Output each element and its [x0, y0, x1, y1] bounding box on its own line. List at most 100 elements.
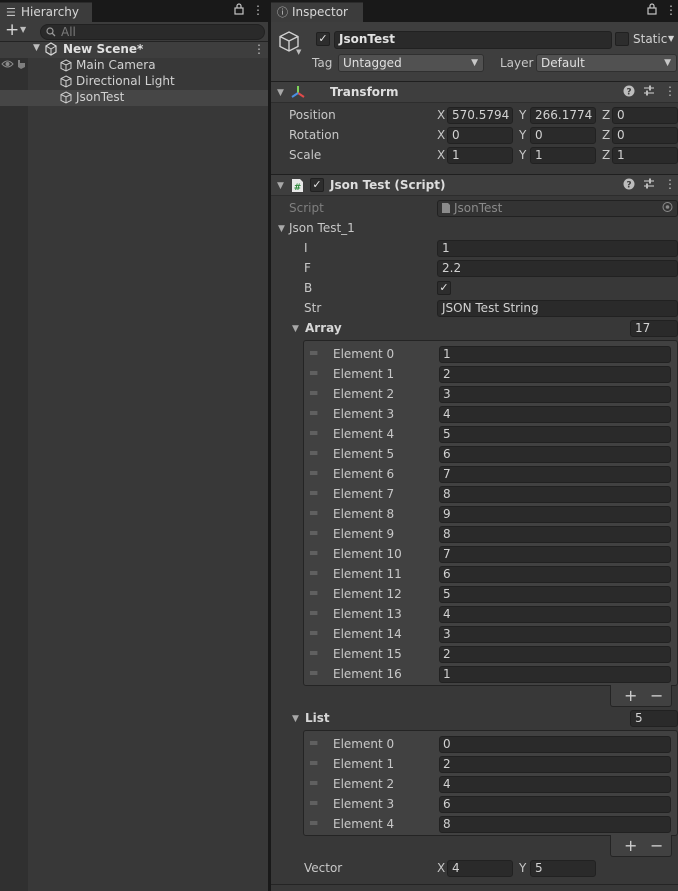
list-label[interactable]: List: [305, 711, 330, 725]
preset-sliders-icon[interactable]: [643, 177, 655, 193]
drag-handle-icon[interactable]: ═: [310, 566, 317, 580]
list-item[interactable]: ═ Element 12 5: [304, 584, 677, 604]
drag-handle-icon[interactable]: ═: [310, 406, 317, 420]
component-menu-icon[interactable]: ⋮: [664, 84, 676, 98]
drag-handle-icon[interactable]: ═: [310, 776, 317, 790]
drag-handle-icon[interactable]: ═: [310, 606, 317, 620]
create-add-icon[interactable]: +: [5, 20, 19, 40]
list-item[interactable]: ═ Element 3 4: [304, 404, 677, 424]
drag-handle-icon[interactable]: ═: [310, 426, 317, 440]
element-value-field[interactable]: 5: [439, 426, 671, 443]
hierarchy-item-selected[interactable]: JsonTest: [0, 90, 268, 106]
i-field[interactable]: 1: [437, 240, 678, 257]
inspector-lock-icon[interactable]: [647, 3, 657, 18]
add-element-button[interactable]: +: [624, 836, 637, 855]
inspector-tab[interactable]: ⓘ Inspector: [271, 2, 363, 22]
axis-y-label[interactable]: Y: [519, 148, 526, 162]
drag-handle-icon[interactable]: ═: [310, 756, 317, 770]
drag-handle-icon[interactable]: ═: [310, 736, 317, 750]
axis-z-label[interactable]: Z: [602, 148, 610, 162]
hierarchy-search-input[interactable]: All: [40, 24, 265, 40]
list-item[interactable]: ═ Element 14 3: [304, 624, 677, 644]
panel-divider[interactable]: [268, 0, 271, 891]
rotation-y-field[interactable]: 0: [530, 127, 596, 144]
element-value-field[interactable]: 4: [439, 776, 671, 793]
axis-y-label[interactable]: Y: [519, 861, 526, 875]
pickable-hand-icon[interactable]: [15, 58, 27, 73]
position-y-field[interactable]: 266.1774: [530, 107, 596, 124]
element-value-field[interactable]: 2: [439, 646, 671, 663]
visibility-eye-icon[interactable]: [1, 58, 14, 73]
b-checkbox[interactable]: ✓: [437, 281, 451, 295]
hierarchy-item[interactable]: Main Camera: [0, 58, 268, 74]
axis-y-label[interactable]: Y: [519, 128, 526, 142]
list-item[interactable]: ═ Element 10 7: [304, 544, 677, 564]
element-value-field[interactable]: 3: [439, 626, 671, 643]
inspector-menu-icon[interactable]: ⋮: [665, 3, 677, 17]
scene-row[interactable]: ▼ New Scene* ⋮: [0, 42, 268, 58]
element-value-field[interactable]: 2: [439, 756, 671, 773]
list-item[interactable]: ═ Element 6 7: [304, 464, 677, 484]
add-element-button[interactable]: +: [624, 686, 637, 705]
drag-handle-icon[interactable]: ═: [310, 346, 317, 360]
drag-handle-icon[interactable]: ═: [310, 526, 317, 540]
transform-header[interactable]: ▼ Transform ? ⋮: [271, 81, 678, 103]
drag-handle-icon[interactable]: ═: [310, 366, 317, 380]
hierarchy-tab[interactable]: ☰ Hierarchy: [0, 2, 92, 22]
preset-sliders-icon[interactable]: [643, 84, 655, 100]
axis-x-label[interactable]: X: [437, 148, 445, 162]
script-foldout-icon[interactable]: ▼: [277, 181, 284, 191]
axis-z-label[interactable]: Z: [602, 128, 610, 142]
list-item[interactable]: ═ Element 13 4: [304, 604, 677, 624]
str-field[interactable]: JSON Test String: [437, 300, 678, 317]
element-value-field[interactable]: 1: [439, 346, 671, 363]
element-value-field[interactable]: 8: [439, 816, 671, 833]
element-value-field[interactable]: 7: [439, 466, 671, 483]
object-picker-icon[interactable]: [662, 201, 673, 216]
rotation-x-field[interactable]: 0: [447, 127, 513, 144]
list-item[interactable]: ═ Element 2 4: [304, 774, 677, 794]
element-value-field[interactable]: 8: [439, 526, 671, 543]
vector-y-field[interactable]: 5: [530, 860, 596, 877]
list-item[interactable]: ═ Element 1 2: [304, 754, 677, 774]
position-x-field[interactable]: 570.5794: [447, 107, 513, 124]
drag-handle-icon[interactable]: ═: [310, 466, 317, 480]
tag-dropdown[interactable]: Untagged ▼: [338, 54, 484, 72]
list-item[interactable]: ═ Element 0 1: [304, 344, 677, 364]
list-item[interactable]: ═ Element 1 2: [304, 364, 677, 384]
rotation-z-field[interactable]: 0: [612, 127, 678, 144]
scale-z-field[interactable]: 1: [612, 147, 678, 164]
static-dropdown-arrow-icon[interactable]: ▼: [668, 34, 674, 43]
drag-handle-icon[interactable]: ═: [310, 626, 317, 640]
static-label[interactable]: Static: [633, 32, 667, 46]
list-item[interactable]: ═ Element 15 2: [304, 644, 677, 664]
hierarchy-menu-icon[interactable]: ⋮: [252, 3, 264, 17]
scale-y-field[interactable]: 1: [530, 147, 596, 164]
element-value-field[interactable]: 6: [439, 566, 671, 583]
list-item[interactable]: ═ Element 4 8: [304, 814, 677, 834]
element-value-field[interactable]: 6: [439, 446, 671, 463]
axis-y-label[interactable]: Y: [519, 108, 526, 122]
script-object-field[interactable]: JsonTest: [437, 200, 678, 217]
element-value-field[interactable]: 8: [439, 486, 671, 503]
list-item[interactable]: ═ Element 7 8: [304, 484, 677, 504]
layer-dropdown[interactable]: Default ▼: [536, 54, 677, 72]
element-value-field[interactable]: 4: [439, 406, 671, 423]
element-value-field[interactable]: 2: [439, 366, 671, 383]
remove-element-button[interactable]: −: [650, 836, 663, 855]
axis-x-label[interactable]: X: [437, 861, 445, 875]
icon-dropdown-arrow-icon[interactable]: ▼: [296, 48, 301, 56]
help-icon[interactable]: ?: [623, 178, 635, 193]
create-dropdown-arrow-icon[interactable]: ▼: [20, 25, 26, 34]
axis-x-label[interactable]: X: [437, 108, 445, 122]
group-label[interactable]: Json Test_1: [289, 221, 355, 235]
list-item[interactable]: ═ Element 5 6: [304, 444, 677, 464]
scale-x-field[interactable]: 1: [447, 147, 513, 164]
list-item[interactable]: ═ Element 0 0: [304, 734, 677, 754]
drag-handle-icon[interactable]: ═: [310, 796, 317, 810]
component-menu-icon[interactable]: ⋮: [664, 177, 676, 191]
drag-handle-icon[interactable]: ═: [310, 386, 317, 400]
array-label[interactable]: Array: [305, 321, 342, 335]
element-value-field[interactable]: 3: [439, 386, 671, 403]
f-field[interactable]: 2.2: [437, 260, 678, 277]
